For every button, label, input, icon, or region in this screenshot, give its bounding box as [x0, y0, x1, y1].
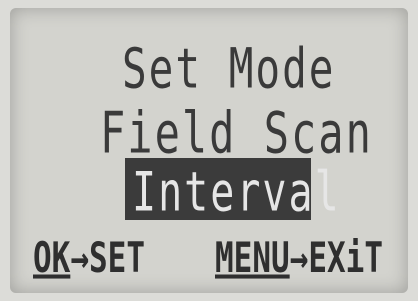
menu-title: Set Mode	[122, 36, 336, 101]
ok-set-softkey[interactable]: OK→SET	[33, 234, 145, 283]
softkey-bar: OK→SET MENU→EXiT	[33, 234, 408, 284]
ok-arrow-icon: →	[70, 234, 89, 283]
menu-arrow-icon: →	[289, 234, 309, 283]
ok-action-label: SET	[89, 234, 145, 283]
device-frame: Set Mode Field Scan Interval OK→SET MENU…	[0, 0, 418, 301]
menu-action-label: EXiT	[308, 234, 383, 283]
ok-key-label: OK	[33, 234, 71, 283]
menu-exit-softkey[interactable]: MENU→EXiT	[215, 234, 383, 283]
menu-item-field-scan[interactable]: Field Scan	[100, 100, 373, 166]
lcd-screen: Set Mode Field Scan Interval OK→SET MENU…	[10, 8, 408, 293]
menu-item-interval-selected[interactable]: Interval	[132, 162, 341, 224]
menu-key-label: MENU	[215, 234, 290, 283]
